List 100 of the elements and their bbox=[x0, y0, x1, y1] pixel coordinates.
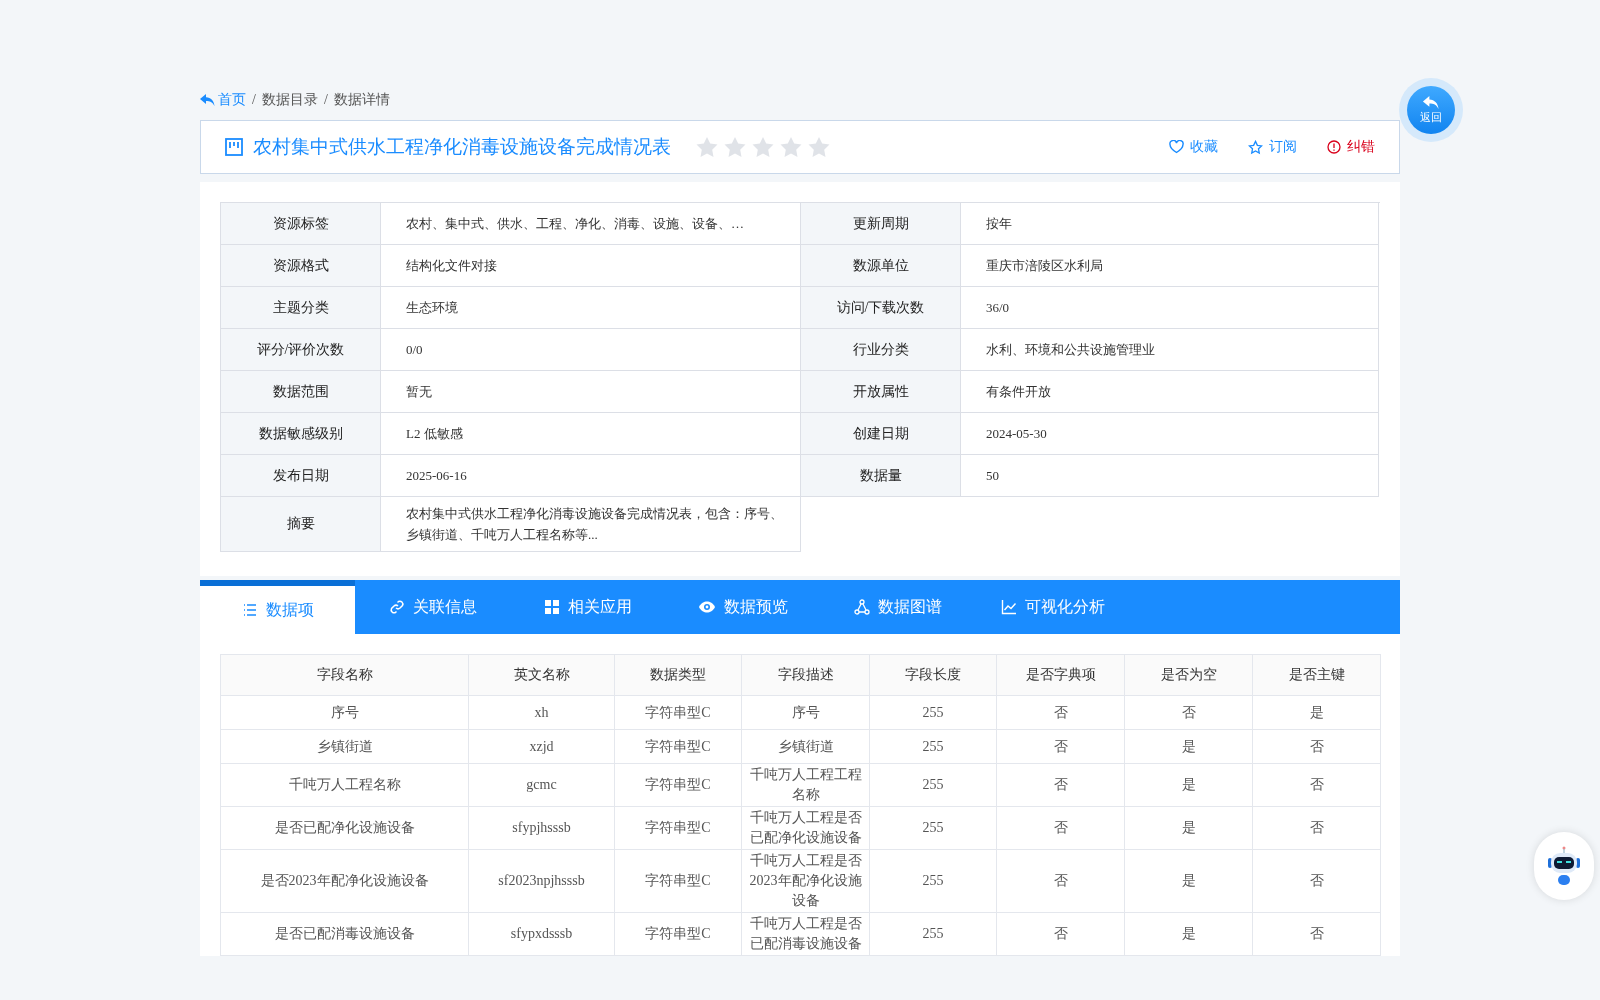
line-chart-icon bbox=[1000, 599, 1017, 615]
eye-icon bbox=[697, 599, 716, 615]
table-cell: 255 bbox=[869, 695, 997, 730]
home-link[interactable]: 首页 bbox=[200, 91, 246, 109]
list-icon bbox=[241, 602, 258, 618]
column-header: 字段长度 bbox=[869, 654, 997, 696]
table-cell: 否 bbox=[1252, 806, 1381, 850]
table-cell: 序号 bbox=[741, 695, 870, 730]
field-value: 50 bbox=[961, 455, 1379, 497]
table-cell: 否 bbox=[1252, 763, 1381, 807]
table-cell: 否 bbox=[996, 912, 1125, 956]
table-cell: 是 bbox=[1252, 695, 1381, 730]
assistant-button[interactable] bbox=[1534, 832, 1594, 900]
breadcrumb-item[interactable]: 数据详情 bbox=[333, 91, 390, 109]
table-cell: 否 bbox=[996, 849, 1125, 913]
table-cell: 千吨万人工程名称 bbox=[220, 763, 469, 807]
report-button[interactable]: 纠错 bbox=[1327, 138, 1375, 156]
table-cell: 字符串型C bbox=[614, 849, 742, 913]
return-arrow-icon bbox=[200, 93, 215, 107]
field-value: 0/0 bbox=[381, 329, 801, 371]
table-cell: 否 bbox=[1252, 912, 1381, 956]
field-label: 数据范围 bbox=[221, 371, 381, 413]
table-cell: 字符串型C bbox=[614, 729, 742, 764]
column-header: 英文名称 bbox=[468, 654, 615, 696]
field-label: 访问/下载次数 bbox=[801, 287, 961, 329]
breadcrumb-item[interactable]: 数据目录 bbox=[261, 91, 318, 109]
tab[interactable]: 数据预览 bbox=[665, 580, 820, 634]
field-label: 评分/评价次数 bbox=[221, 329, 381, 371]
rating-stars[interactable] bbox=[695, 136, 831, 158]
field-value: 农村集中式供水工程净化消毒设施设备完成情况表，包含：序号、乡镇街道、千吨万人工程名称等... bbox=[381, 497, 801, 552]
table-cell: xh bbox=[468, 695, 615, 730]
field-value: 重庆市涪陵区水利局 bbox=[961, 245, 1379, 287]
table-cell: gcmc bbox=[468, 763, 615, 807]
field-value: 2024-05-30 bbox=[961, 413, 1379, 455]
field-label: 资源标签 bbox=[221, 203, 381, 245]
star-icon bbox=[1248, 139, 1263, 155]
table-cell: 字符串型C bbox=[614, 912, 742, 956]
field-value: L2 低敏感 bbox=[381, 413, 801, 455]
table-cell: 否 bbox=[1252, 729, 1381, 764]
grid-icon bbox=[543, 599, 560, 615]
table-cell: 字符串型C bbox=[614, 763, 742, 807]
table-cell: 否 bbox=[996, 763, 1125, 807]
table-cell: 255 bbox=[869, 912, 997, 956]
table-cell: 是 bbox=[1124, 912, 1253, 956]
field-label: 创建日期 bbox=[801, 413, 961, 455]
field-value: 按年 bbox=[961, 203, 1379, 245]
separator: / bbox=[323, 92, 328, 108]
field-label: 开放属性 bbox=[801, 371, 961, 413]
table-cell: 255 bbox=[869, 849, 997, 913]
column-header: 字段名称 bbox=[220, 654, 469, 696]
tab[interactable]: 可视化分析 bbox=[975, 580, 1130, 634]
field-value: 水利、环境和公共设施管理业 bbox=[961, 329, 1379, 371]
table-cell: 序号 bbox=[220, 695, 469, 730]
separator: / bbox=[252, 92, 256, 108]
table-cell: 是 bbox=[1124, 806, 1253, 850]
table-cell: 千吨万人工程是否2023年配净化设施设备 bbox=[741, 849, 870, 913]
table-cell: sfypxdsssb bbox=[468, 912, 615, 956]
table-cell: 否 bbox=[996, 729, 1125, 764]
table-cell: 否 bbox=[996, 695, 1125, 730]
table-cell: 字符串型C bbox=[614, 806, 742, 850]
column-header: 是否主键 bbox=[1252, 654, 1381, 696]
field-label: 更新周期 bbox=[801, 203, 961, 245]
table-cell: 千吨万人工程是否已配消毒设施设备 bbox=[741, 912, 870, 956]
table-cell: 是否已配消毒设施设备 bbox=[220, 912, 469, 956]
table-cell: 否 bbox=[1252, 849, 1381, 913]
warning-icon bbox=[1327, 140, 1341, 154]
column-header: 是否字典项 bbox=[996, 654, 1125, 696]
subscribe-button[interactable]: 订阅 bbox=[1248, 138, 1297, 156]
back-button[interactable]: 返回 bbox=[1399, 78, 1463, 142]
table-cell: 否 bbox=[996, 806, 1125, 850]
table-cell: 是否已配净化设施设备 bbox=[220, 806, 469, 850]
field-label: 行业分类 bbox=[801, 329, 961, 371]
table-cell: 是否2023年配净化设施设备 bbox=[220, 849, 469, 913]
column-header: 是否为空 bbox=[1124, 654, 1253, 696]
link-icon bbox=[388, 599, 405, 615]
field-value: 结构化文件对接 bbox=[381, 245, 801, 287]
field-label: 数据敏感级别 bbox=[221, 413, 381, 455]
return-icon bbox=[1422, 95, 1440, 110]
dataset-title: 农村集中式供水工程净化消毒设施设备完成情况表 bbox=[253, 134, 671, 159]
field-label: 数源单位 bbox=[801, 245, 961, 287]
network-icon bbox=[853, 599, 870, 615]
field-label: 主题分类 bbox=[221, 287, 381, 329]
field-label: 发布日期 bbox=[221, 455, 381, 497]
heart-icon bbox=[1169, 140, 1184, 154]
table-cell: 是 bbox=[1124, 849, 1253, 913]
favorite-button[interactable]: 收藏 bbox=[1169, 138, 1218, 156]
field-label: 资源格式 bbox=[221, 245, 381, 287]
field-value: 农村、集中式、供水、工程、净化、消毒、设施、设备、… bbox=[381, 203, 801, 245]
tab[interactable]: 数据图谱 bbox=[820, 580, 975, 634]
tab[interactable]: 数据项 bbox=[200, 580, 355, 634]
field-value: 36/0 bbox=[961, 287, 1379, 329]
table-cell: 乡镇街道 bbox=[741, 729, 870, 764]
table-cell: 字符串型C bbox=[614, 695, 742, 730]
field-value: 暂无 bbox=[381, 371, 801, 413]
table-cell: 是 bbox=[1124, 763, 1253, 807]
field-label: 摘要 bbox=[221, 497, 381, 552]
table-cell: 千吨万人工程工程名称 bbox=[741, 763, 870, 807]
table-cell: 255 bbox=[869, 806, 997, 850]
tab[interactable]: 关联信息 bbox=[355, 580, 510, 634]
tab[interactable]: 相关应用 bbox=[510, 580, 665, 634]
